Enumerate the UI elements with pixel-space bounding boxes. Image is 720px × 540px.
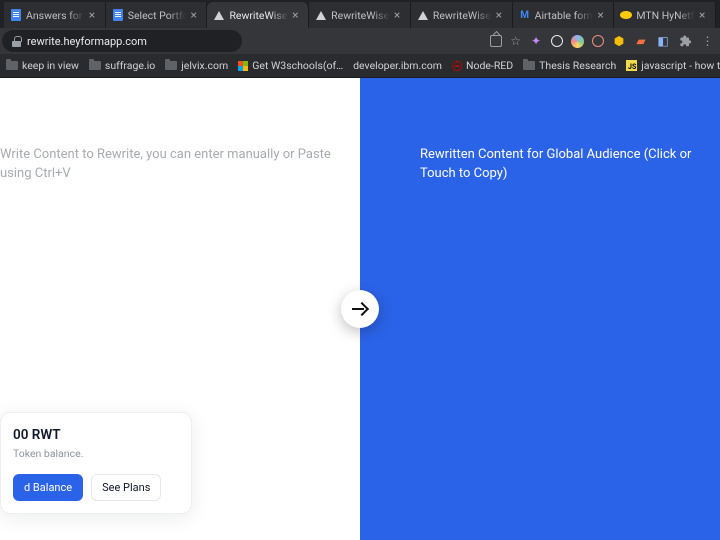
- tab-favicon-icon: [417, 9, 429, 21]
- toolbar-actions: ☆ ✦ ⬢ ▰ ◧ ⋮: [490, 34, 714, 48]
- site-icon: [452, 61, 462, 71]
- balance-card: 00 RWT Token balance. d Balance See Plan…: [0, 412, 192, 514]
- extension-icon[interactable]: [551, 35, 563, 47]
- browser-tab[interactable]: RewriteWise - ×: [207, 2, 309, 28]
- bookmark-label: developer.ibm.com: [353, 59, 442, 72]
- rewrite-button[interactable]: [341, 290, 379, 328]
- bookmark-item[interactable]: developer.ibm.com: [353, 59, 442, 72]
- folder-icon: [165, 61, 177, 70]
- balance-subtitle: Token balance.: [13, 447, 179, 460]
- bookmark-label: Get W3schools(of…: [252, 59, 343, 72]
- input-placeholder: Write Content to Rewrite, you can enter …: [0, 146, 336, 184]
- extension-icon[interactable]: ▰: [634, 34, 648, 48]
- bookmark-label: suffrage.io: [105, 59, 155, 72]
- bookmark-item[interactable]: keep in view: [6, 59, 79, 72]
- bookmark-item[interactable]: jelvix.com: [165, 59, 228, 72]
- input-pane[interactable]: Write Content to Rewrite, you can enter …: [0, 78, 360, 540]
- tab-close-icon[interactable]: ×: [597, 9, 607, 21]
- url-text: rewrite.heyformapp.com: [27, 35, 147, 48]
- tab-favicon-icon: [315, 9, 327, 21]
- extension-icon[interactable]: ◧: [656, 34, 670, 48]
- browser-tab[interactable]: Answers for L ×: [4, 2, 106, 28]
- browser-tab[interactable]: Select Portfoli×: [106, 2, 208, 28]
- tab-title: MTN HyNetfl: [636, 9, 695, 22]
- browser-tab[interactable]: RewriteWise - ×: [309, 2, 411, 28]
- bookmark-item[interactable]: Thesis Research: [523, 59, 616, 72]
- share-icon[interactable]: [490, 35, 502, 47]
- extension-icon[interactable]: [592, 35, 604, 47]
- balance-amount: 00 RWT: [13, 427, 179, 443]
- bookmark-label: Thesis Research: [539, 59, 616, 72]
- tab-title: Answers for L: [26, 9, 85, 22]
- output-placeholder: Rewritten Content for Global Audience (C…: [420, 146, 710, 184]
- tab-close-icon[interactable]: ×: [292, 9, 302, 21]
- output-pane[interactable]: Rewritten Content for Global Audience (C…: [360, 78, 720, 540]
- tab-title: Airtable form: [535, 9, 594, 22]
- tab-title: Select Portfoli: [128, 9, 187, 22]
- bookmark-item[interactable]: Node-RED: [452, 59, 513, 72]
- tab-favicon-icon: [10, 9, 22, 21]
- extension-icon[interactable]: [571, 35, 584, 48]
- tab-title: RewriteWise -: [433, 9, 492, 22]
- bookmarks-bar: keep in view suffrage.io jelvix.com Get W3s…: [0, 54, 720, 78]
- tab-close-icon[interactable]: ×: [496, 9, 506, 21]
- arrow-right-icon: [352, 301, 368, 317]
- tab-favicon-icon: [213, 9, 225, 21]
- bookmark-label: Node-RED: [466, 59, 513, 72]
- browser-tab[interactable]: RewriteWise - ×: [411, 2, 513, 28]
- tab-close-icon[interactable]: ×: [394, 9, 404, 21]
- browser-toolbar: rewrite.heyformapp.com ☆ ✦ ⬢ ▰ ◧ ⋮: [0, 28, 720, 54]
- bookmark-label: javascript - how t…: [641, 59, 720, 72]
- tab-close-icon[interactable]: ×: [190, 9, 200, 21]
- folder-icon: [89, 61, 101, 70]
- browser-tabstrip: Answers for L×Select Portfoli×RewriteWis…: [0, 0, 720, 28]
- bookmark-item[interactable]: JS javascript - how t…: [626, 59, 720, 72]
- lock-icon: [12, 36, 21, 47]
- tab-favicon-icon: M: [519, 9, 531, 21]
- bookmark-label: keep in view: [22, 59, 79, 72]
- browser-tab[interactable]: MTN HyNetfl ×: [614, 2, 716, 28]
- tab-title: RewriteWise -: [331, 9, 390, 22]
- tab-close-icon[interactable]: ×: [699, 9, 709, 21]
- add-balance-button[interactable]: d Balance: [13, 474, 83, 501]
- tab-favicon-icon: [620, 9, 632, 21]
- tab-favicon-icon: [112, 9, 124, 21]
- bookmark-item[interactable]: suffrage.io: [89, 59, 155, 72]
- extension-icon[interactable]: ✦: [529, 34, 543, 48]
- extension-icon[interactable]: ⬢: [612, 34, 626, 48]
- folder-icon: [6, 61, 18, 70]
- folder-icon: [523, 61, 535, 70]
- site-icon: JS: [626, 60, 637, 71]
- see-plans-button[interactable]: See Plans: [91, 474, 161, 501]
- site-icon: [238, 61, 248, 71]
- extensions-puzzle-icon[interactable]: [678, 34, 692, 48]
- tab-close-icon[interactable]: ×: [89, 9, 99, 21]
- tab-title: RewriteWise -: [229, 9, 288, 22]
- bookmark-star-icon[interactable]: ☆: [510, 34, 521, 48]
- browser-menu-icon[interactable]: ⋮: [700, 34, 714, 48]
- app-main: Write Content to Rewrite, you can enter …: [0, 78, 720, 540]
- bookmark-label: jelvix.com: [181, 59, 228, 72]
- address-bar[interactable]: rewrite.heyformapp.com: [2, 30, 242, 52]
- browser-tab[interactable]: M Airtable form×: [513, 2, 615, 28]
- bookmark-item[interactable]: Get W3schools(of…: [238, 59, 343, 72]
